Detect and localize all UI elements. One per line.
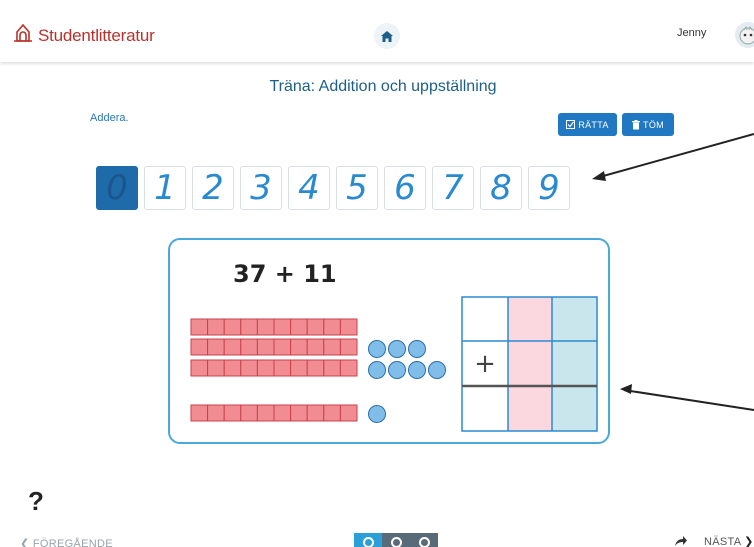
- chevron-right-icon: ❯: [744, 536, 754, 547]
- previous-button[interactable]: ❮ FÖREGÅENDE: [20, 537, 113, 547]
- plus-sign: +: [474, 349, 496, 379]
- column-grid: +: [461, 296, 598, 432]
- share-icon[interactable]: [674, 535, 688, 547]
- next-label: NÄSTA: [704, 536, 741, 547]
- page-dot-2[interactable]: [382, 533, 410, 547]
- page-dot-1[interactable]: [354, 533, 382, 547]
- page-dot-3[interactable]: [410, 533, 438, 547]
- input-cell-ones-2[interactable]: [553, 342, 596, 385]
- help-button[interactable]: ?: [28, 486, 44, 517]
- chevron-left-icon: ❮: [20, 538, 30, 547]
- input-cell-ones-1[interactable]: [553, 298, 596, 340]
- answer-cell-ones[interactable]: [553, 388, 596, 430]
- page-indicator: [354, 533, 438, 547]
- answer-cell-tens[interactable]: [509, 388, 551, 430]
- answer-cell-hundreds[interactable]: [463, 388, 507, 430]
- next-button[interactable]: NÄSTA ❯: [704, 535, 754, 547]
- input-cell-tens-1[interactable]: [509, 298, 551, 340]
- input-cell-tens-2[interactable]: [509, 342, 551, 385]
- previous-label: FÖREGÅENDE: [32, 538, 113, 547]
